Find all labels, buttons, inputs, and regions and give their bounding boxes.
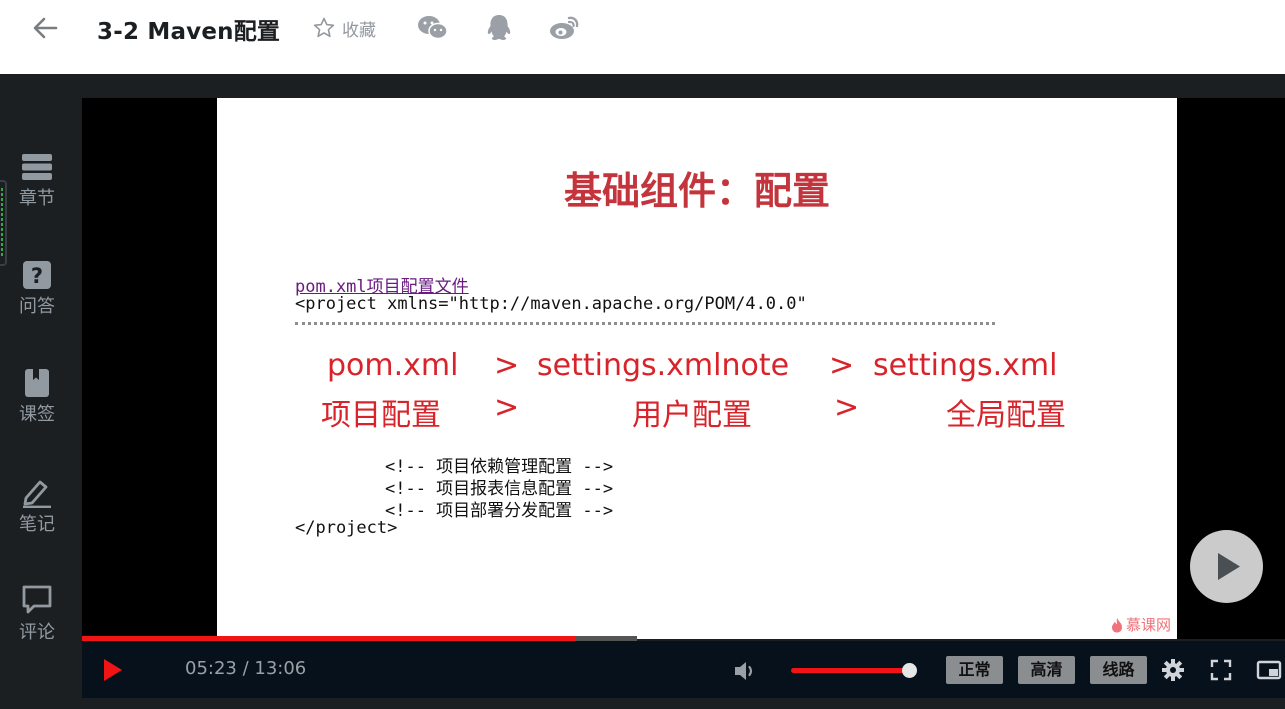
star-icon [313,17,335,38]
fullscreen-icon[interactable] [1208,657,1234,683]
arrow-label: > [494,348,520,383]
volume-icon[interactable] [732,658,758,684]
sidebar-item-label: 问答 [19,296,55,317]
watermark-text: 慕课网 [1125,616,1171,634]
config-file-global: settings.xml [873,348,1058,383]
settings-gear-icon[interactable] [1160,657,1186,683]
sidebar-item-comments[interactable]: 评论 [0,584,74,654]
web-fullscreen-icon[interactable] [1256,657,1282,683]
time-display: 05:23 / 13:06 [185,658,307,679]
sidebar-item-label: 评论 [19,622,55,643]
arrow-label: > [834,390,860,425]
slide-title: 基础组件：配置 [563,169,830,213]
code-line: <project xmlns="http://maven.apache.org/… [295,294,807,314]
quality-hd-button[interactable]: 高清 [1018,656,1075,684]
config-level-user: 用户配置 [632,398,752,433]
favorite-button[interactable]: 收藏 [312,14,376,42]
top-bar: 3-2 Maven配置 收藏 [0,0,1285,74]
sidebar-item-bookmarks[interactable]: 课签 [0,368,74,438]
page-title: 3-2 Maven配置 [97,19,281,45]
volume-slider-handle[interactable] [902,663,917,678]
volume-slider[interactable] [791,668,911,673]
config-level-global: 全局配置 [946,398,1066,433]
flame-icon [1111,617,1122,632]
config-level-project: 项目配置 [321,398,441,433]
route-button[interactable]: 线路 [1090,656,1147,684]
code-line: </project> [295,518,398,538]
config-file-pom: pom.xml [327,348,459,383]
back-arrow-icon[interactable] [28,12,62,44]
qq-icon[interactable] [482,12,516,44]
big-play-button[interactable] [1190,530,1263,603]
play-icon [104,659,122,681]
favorite-label: 收藏 [342,20,376,41]
comment-icon [22,585,52,614]
sidebar-item-label: 课签 [19,404,55,425]
svg-text:?: ? [31,264,43,288]
sidebar: 章节 ? 问答 课签 笔记 评论 [0,74,74,709]
play-icon [1218,553,1240,580]
sidebar-item-qa[interactable]: ? 问答 [0,260,74,330]
wechat-icon[interactable] [416,12,450,44]
quality-normal-button[interactable]: 正常 [946,656,1003,684]
video-slide: 基础组件：配置 pom.xml项目配置文件 <project xmlns="ht… [217,98,1177,639]
config-file-user: settings.xmlnote [537,348,790,383]
chapters-icon [22,154,52,180]
play-button[interactable] [101,657,125,683]
bookmark-icon [25,369,49,397]
pencil-icon [23,480,51,508]
code-comment: <!-- 项目部署分发配置 --> [385,501,614,521]
weibo-icon[interactable] [548,12,582,44]
sidebar-item-label: 笔记 [19,514,55,535]
arrow-label: > [829,348,855,383]
code-line-cropped [295,322,995,328]
sidebar-item-label: 章节 [19,188,55,209]
sidebar-item-notes[interactable]: 笔记 [0,476,74,546]
player-controls: 05:23 / 13:06 正常 高清 线路 [82,641,1285,698]
question-icon: ? [23,261,51,289]
arrow-label: > [494,390,520,425]
watermark-logo: 慕课网 [1111,614,1171,635]
sidebar-item-chapters[interactable]: 章节 [0,152,74,222]
